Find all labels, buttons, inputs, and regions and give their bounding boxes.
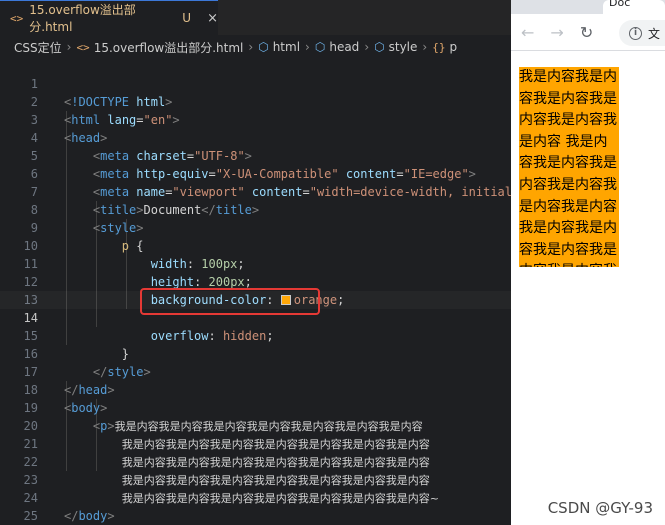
back-arrow-icon[interactable]: ← <box>521 23 534 42</box>
highlight-annotation-box <box>140 288 320 315</box>
element-cube-icon: ⬡ <box>374 40 385 54</box>
breadcrumb-item-p[interactable]: p <box>449 40 457 54</box>
code-area[interactable]: 1 <!DOCTYPE html> 2 <html lang="en"> 3 <… <box>0 57 511 523</box>
code-line: 5 <meta http-equiv="X-UA-Compatible" con… <box>0 129 511 181</box>
breadcrumb-item-style[interactable]: style <box>389 40 418 54</box>
code-line: 16 </style> <box>0 327 511 379</box>
close-tab-icon[interactable]: × <box>207 11 218 26</box>
code-editor[interactable]: <> 15.overflow溢出部分.html U × CSS定位 › <> 1… <box>0 0 511 525</box>
code-line: 1 <!DOCTYPE html> <box>0 57 511 109</box>
code-line: 25 </html> <box>0 489 511 523</box>
toolbar-divider <box>511 50 665 51</box>
code-line: 8 <style> <box>0 183 511 235</box>
address-text: 文 <box>648 26 661 41</box>
code-line: 19 <p>我是内容我是内容我是内容我是内容我是内容我是内容我是内容 <box>0 381 511 433</box>
rendered-paragraph: 我是内容我是内容我是内容我是内容我是内容我是内容 我是内容我是内容我是内容我是内… <box>519 67 619 267</box>
tab-filename: 15.overflow溢出部分.html <box>29 3 136 34</box>
editor-tabbar: <> 15.overflow溢出部分.html U × <box>0 0 511 35</box>
code-line: 4 <meta charset="UTF-8"> <box>0 111 511 163</box>
code-line: 12 background-color: orange; <box>0 255 511 307</box>
chevron-right-icon: › <box>248 40 254 54</box>
address-bar[interactable]: i 文 <box>619 20 665 46</box>
code-line: 9 p { <box>0 201 511 253</box>
browser-window: Doc ← → ↻ i 文 我是内容我是内容我是内容我是内容我是内容我是内容 我… <box>511 0 665 525</box>
breadcrumb-item-html[interactable]: html <box>273 40 300 54</box>
browser-tab-title: Doc <box>609 0 631 9</box>
editor-tab-active[interactable]: <> 15.overflow溢出部分.html U × <box>0 0 218 35</box>
watermark: CSDN @GY-93 <box>547 499 653 517</box>
chevron-right-icon: › <box>66 40 72 54</box>
element-cube-icon: ⬡ <box>314 40 326 54</box>
breadcrumb-file[interactable]: 15.overflow溢出部分.html <box>94 39 244 56</box>
chevron-right-icon: › <box>305 40 310 54</box>
code-line: 23 我是内容我是内容我是内容我是内容我是内容我是内容我是内容~ <box>0 453 511 505</box>
chevron-right-icon: › <box>364 40 370 54</box>
code-line: 7 <title>Document</title> <box>0 165 511 217</box>
code-line: 21 我是内容我是内容我是内容我是内容我是内容我是内容我是内容 <box>0 417 511 469</box>
code-line: 11 height: 200px; <box>0 237 511 289</box>
code-line: 18 <body> <box>0 363 511 415</box>
html-file-icon: <> <box>10 11 24 25</box>
chevron-right-icon: › <box>422 40 428 54</box>
breadcrumb: CSS定位 › <> 15.overflow溢出部分.html › ⬡ html… <box>0 36 511 58</box>
forward-arrow-icon[interactable]: → <box>550 23 563 42</box>
code-line: 3 <head> <box>0 93 511 145</box>
code-line: 6 <meta name="viewport" content="width=d… <box>0 147 511 199</box>
html-file-icon: <> <box>76 40 90 54</box>
breadcrumb-folder[interactable]: CSS定位 <box>14 39 62 56</box>
css-selector-icon: {} <box>432 40 446 54</box>
code-line: 20 我是内容我是内容我是内容我是内容我是内容我是内容我是内容 <box>0 399 511 451</box>
breadcrumb-item-head[interactable]: head <box>329 40 359 54</box>
untracked-badge: U <box>182 11 192 25</box>
browser-tabstrip: Doc <box>511 0 665 14</box>
line-number: 25 <box>23 509 38 523</box>
browser-tab[interactable]: Doc <box>603 0 665 14</box>
code-line: 10 width: 100px; <box>0 219 511 271</box>
code-line: 24 </body> <box>0 471 511 523</box>
info-icon[interactable]: i <box>629 26 642 40</box>
code-line: 22 我是内容我是内容我是内容我是内容我是内容我是内容我是内容 <box>0 435 511 487</box>
reload-icon[interactable]: ↻ <box>580 23 593 42</box>
code-line: 2 <html lang="en"> <box>0 75 511 127</box>
element-cube-icon: ⬡ <box>258 40 269 54</box>
code-line: 17 </head> <box>0 345 511 397</box>
